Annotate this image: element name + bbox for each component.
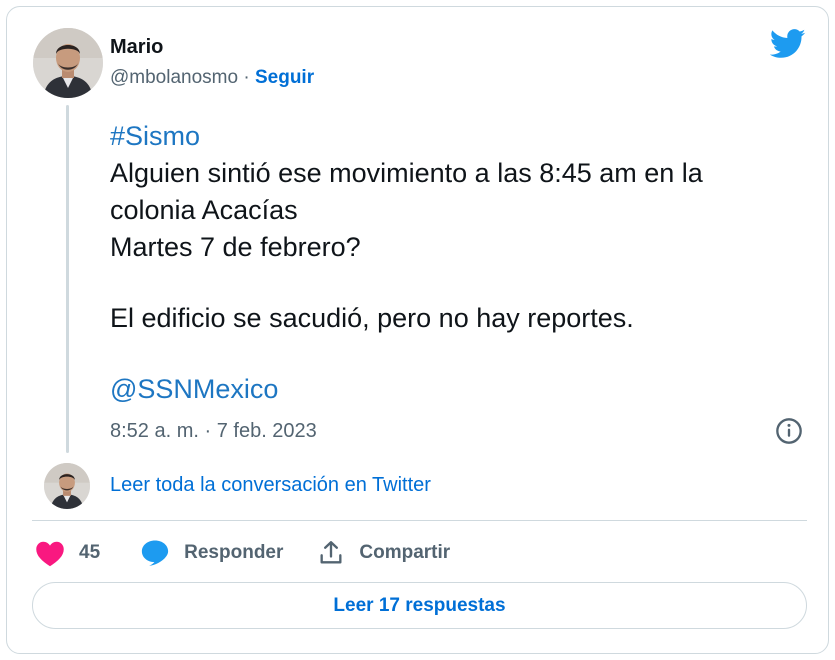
share-button[interactable]: Compartir (317, 539, 450, 567)
read-replies-button[interactable]: Leer 17 respuestas (32, 582, 807, 629)
thread-connector-line (66, 105, 69, 453)
tweet-timestamp[interactable]: 8:52 a. m. · 7 feb. 2023 (110, 420, 317, 443)
author-avatar-image (33, 28, 103, 98)
meta-separator: · (238, 67, 255, 88)
author-meta: @mbolanosmo · Seguir (110, 67, 314, 89)
conversation-avatar[interactable] (44, 463, 90, 509)
read-conversation-link[interactable]: Leer toda la conversación en Twitter (110, 474, 431, 497)
twitter-bird-icon[interactable] (770, 29, 806, 59)
reply-label: Responder (184, 542, 284, 563)
follow-button[interactable]: Seguir (255, 67, 314, 88)
like-button[interactable]: 45 (35, 539, 100, 567)
tweet-paragraph-2: El edificio se sacudió, pero no hay repo… (110, 303, 634, 333)
author-handle[interactable]: @mbolanosmo (110, 67, 238, 88)
hashtag-link[interactable]: #Sismo (110, 118, 800, 155)
mention-link[interactable]: @SSNMexico (110, 371, 800, 408)
author-name[interactable]: Mario (110, 36, 163, 59)
conversation-avatar-image (44, 463, 90, 509)
tweet-card: Mario @mbolanosmo · Seguir #Sismo Alguie… (6, 6, 829, 654)
author-avatar[interactable] (33, 28, 103, 98)
like-count: 45 (79, 542, 101, 563)
share-label: Compartir (359, 542, 451, 563)
reply-button[interactable]: Responder (140, 539, 283, 567)
heart-icon (36, 541, 64, 567)
share-upload-icon (320, 541, 342, 564)
divider (32, 520, 807, 521)
tweet-text: #Sismo Alguien sintió ese movimiento a l… (110, 118, 800, 408)
action-bar: 45 Responder Compartir (35, 537, 450, 569)
tweet-line-1: Alguien sintió ese movimiento a las 8:45… (110, 158, 703, 188)
tweet-line-3: Martes 7 de febrero? (110, 232, 361, 262)
tweet-line-2: colonia Acacías (110, 195, 298, 225)
info-icon[interactable] (775, 417, 803, 445)
speech-bubble-icon (142, 540, 169, 566)
